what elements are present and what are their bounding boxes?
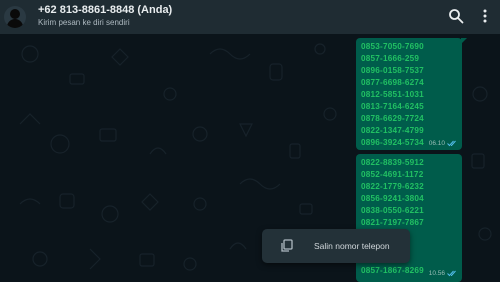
phone-number[interactable]: 0857-1867-8269 xyxy=(361,266,424,275)
more-vertical-icon[interactable] xyxy=(477,8,493,24)
read-ticks-icon xyxy=(447,270,456,277)
copy-phone-menu-item[interactable]: Salin nomor telepon xyxy=(262,229,410,263)
phone-number[interactable]: 0821-7197-7867 xyxy=(361,218,424,227)
phone-number[interactable]: 0822-1779-6232 xyxy=(361,182,424,191)
copy-phone-label: Salin nomor telepon xyxy=(314,241,390,251)
message-bubble[interactable]: 0853-7050-7690 0857-1666-259 0896-0158-7… xyxy=(356,38,467,150)
phone-number[interactable]: 0822-8839-5912 xyxy=(361,158,424,167)
phone-number[interactable]: 0813-7164-6245 xyxy=(361,102,424,111)
phone-number[interactable]: 0857-1666-259 xyxy=(361,54,419,63)
search-icon[interactable] xyxy=(448,8,464,24)
phone-number[interactable]: 0838-0550-6221 xyxy=(361,206,424,215)
read-ticks-icon xyxy=(447,140,456,147)
phone-number[interactable]: 0877-6698-6274 xyxy=(361,78,424,87)
phone-number[interactable]: 0853-7050-7690 xyxy=(361,42,424,51)
phone-number[interactable]: 0896-3924-5734 xyxy=(361,138,424,147)
contact-name[interactable]: +62 813-8861-8848 (Anda) xyxy=(38,4,172,16)
phone-number[interactable]: 0856-9241-3804 xyxy=(361,194,424,203)
time-label: 06.10 xyxy=(428,140,445,147)
phone-number[interactable]: 0852-4691-1172 xyxy=(361,170,423,179)
phone-number[interactable]: 0878-6629-7724 xyxy=(361,114,424,123)
chat-header: +62 813-8861-8848 (Anda) Kirim pesan ke … xyxy=(0,0,500,34)
time-label: 10.56 xyxy=(428,270,445,277)
phone-number[interactable]: 0896-0158-7537 xyxy=(361,66,424,75)
message-list[interactable]: 0853-7050-7690 0857-1666-259 0896-0158-7… xyxy=(0,34,500,282)
contact-status: Kirim pesan ke diri sendiri xyxy=(38,18,130,27)
message-time: 10.56 xyxy=(429,270,458,277)
avatar[interactable] xyxy=(4,6,26,28)
copy-icon xyxy=(281,239,293,252)
message-time: 06.10 xyxy=(429,140,458,147)
phone-number[interactable]: 0822-1347-4799 xyxy=(361,126,424,135)
phone-number[interactable]: 0812-5851-1031 xyxy=(361,90,424,99)
